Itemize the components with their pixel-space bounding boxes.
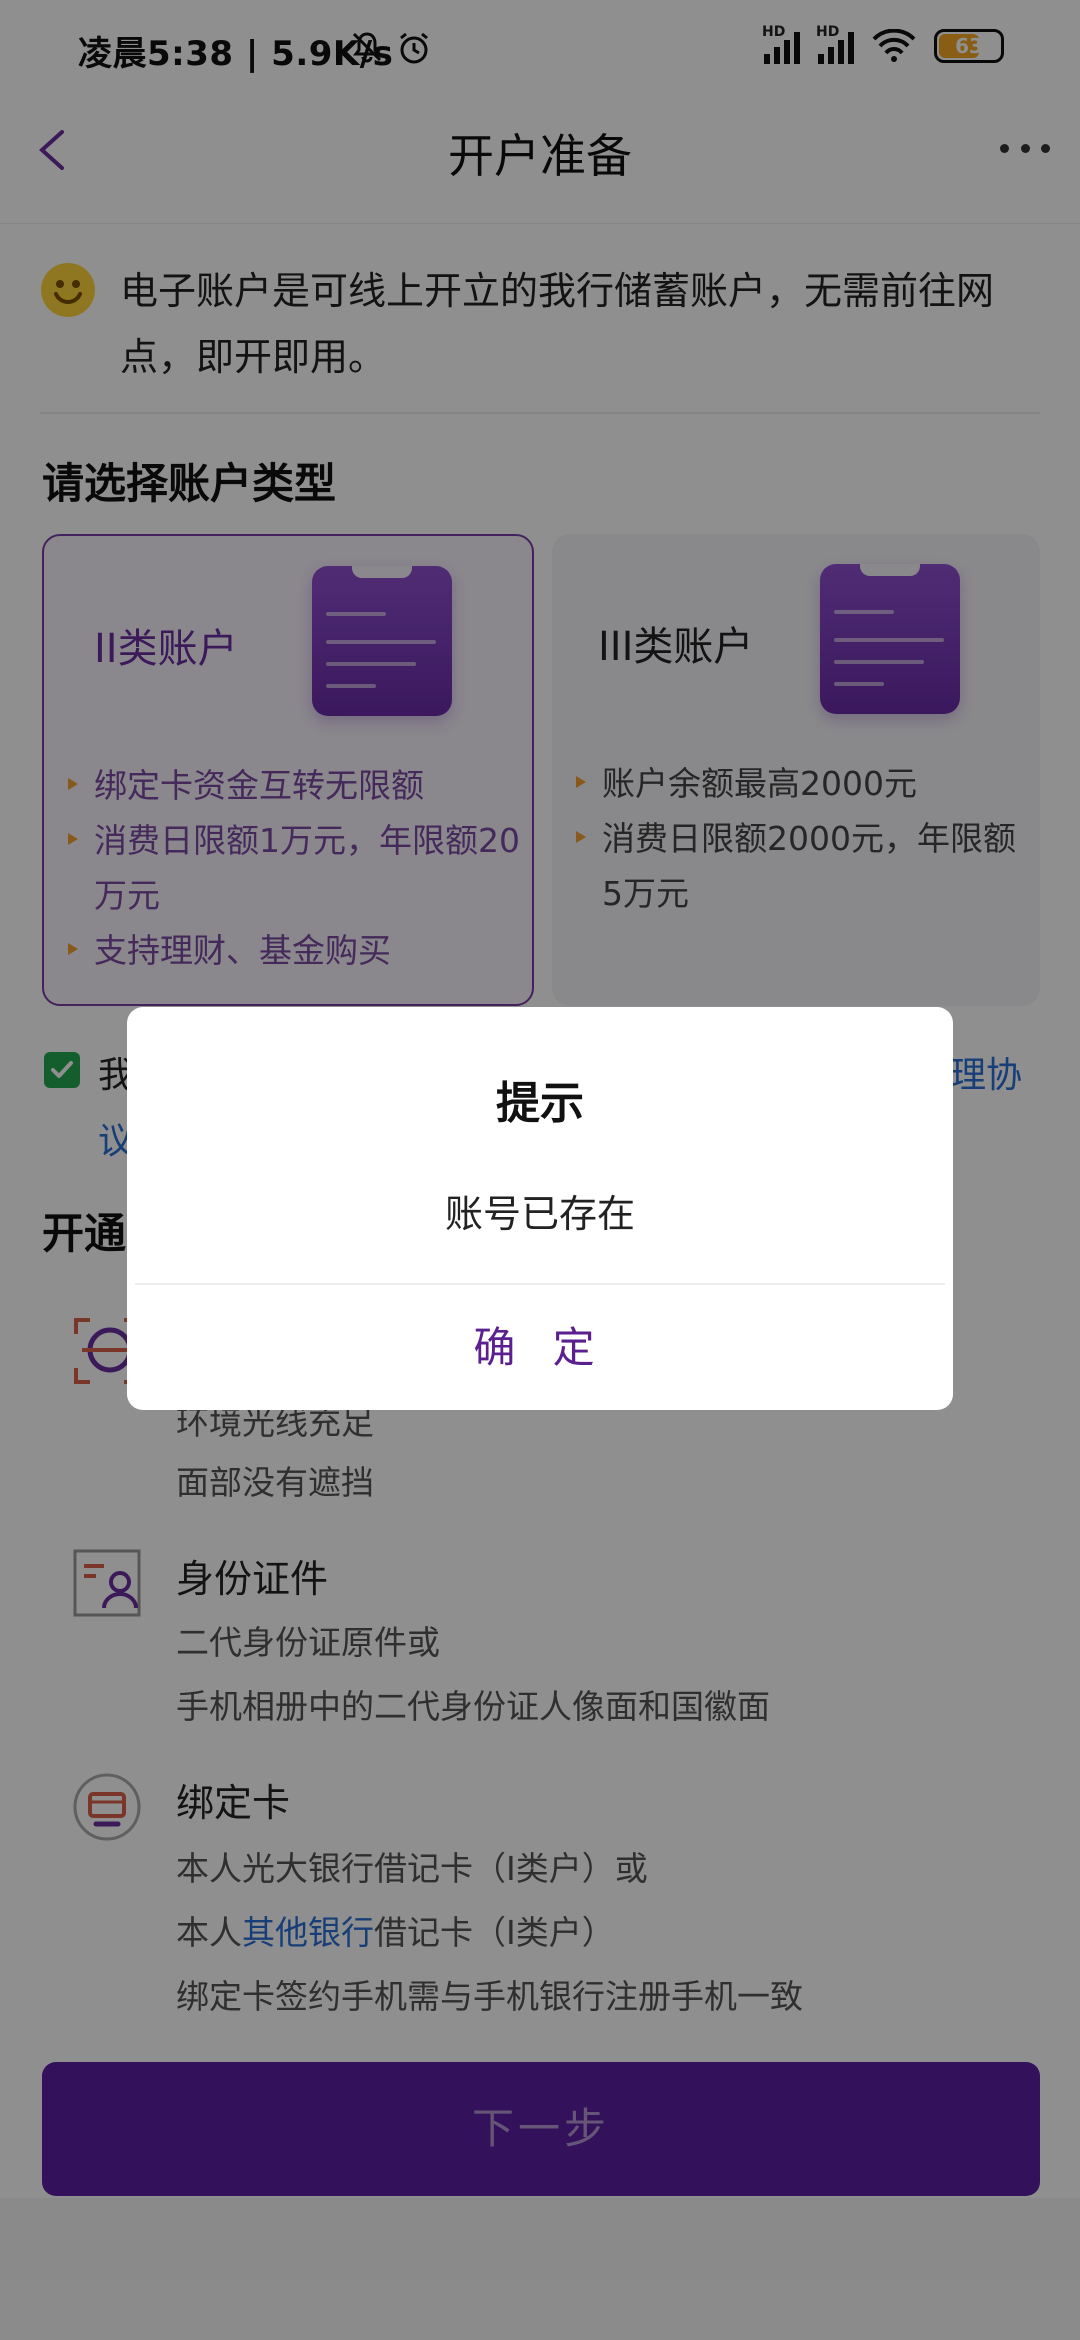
alert-dialog: 提示 账号已存在 确 定 xyxy=(127,1007,953,1410)
dialog-title: 提示 xyxy=(496,1078,584,1129)
confirm-button[interactable]: 确 定 xyxy=(127,1285,953,1410)
dialog-message: 账号已存在 xyxy=(444,1192,635,1236)
